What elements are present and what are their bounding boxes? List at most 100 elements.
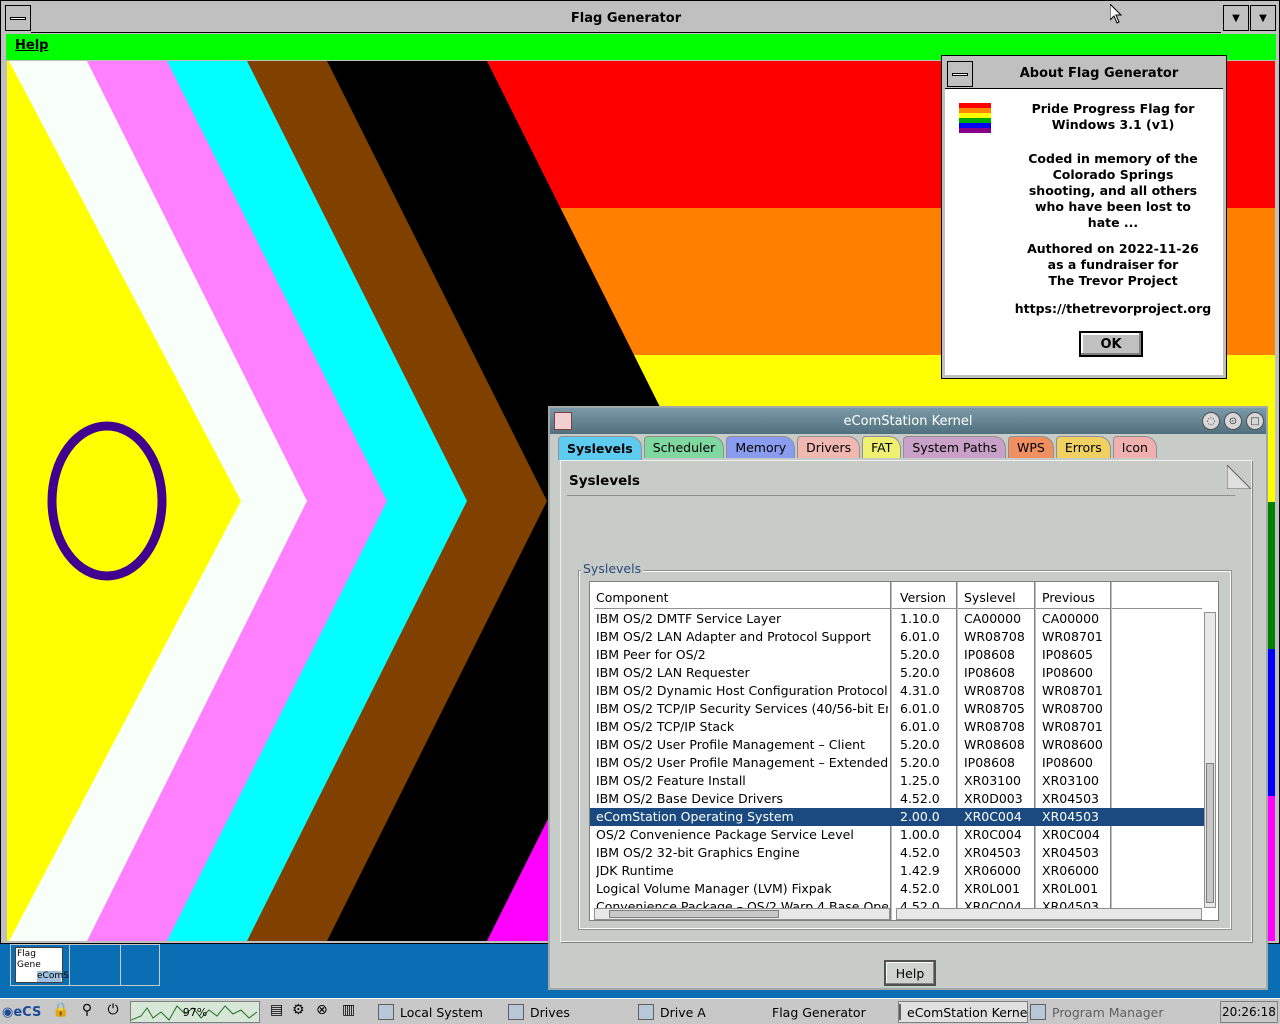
table-cell: 4.52.0	[900, 899, 940, 908]
task-flag-generator[interactable]: Flag Generator	[772, 1001, 866, 1023]
table-cell: CA00000	[1042, 611, 1100, 626]
table-row[interactable]: IBM OS/2 TCP/IP Stack 6.01.0 WR08708 WR0870…	[590, 718, 1206, 736]
table-row[interactable]: OS/2 Convenience Package Service Level 1.…	[590, 826, 1206, 844]
table-cell: 4.31.0	[900, 683, 940, 698]
chevron-down-icon[interactable]: ▼	[1250, 5, 1276, 31]
minimize-button[interactable]: ▼	[1223, 5, 1249, 31]
table-cell: WR08600	[1042, 737, 1103, 752]
tab-scheduler[interactable]: Scheduler	[643, 436, 725, 458]
table-cell: 6.01.0	[900, 719, 940, 734]
table-row[interactable]: IBM Peer for OS/2 5.20.0 IP08608 IP08605	[590, 646, 1206, 664]
table-row[interactable]: JDK Runtime 1.42.9 XR06000 XR06000	[590, 862, 1206, 880]
shutdown-icon[interactable]: ⊗	[316, 1002, 334, 1020]
kernel-system-icon[interactable]	[554, 412, 572, 430]
task-program-manager[interactable]: Program Manager	[1030, 1001, 1164, 1023]
table-cell: IP08608	[964, 647, 1015, 662]
taskbar: ◉eCS 🔒 ⚲ ⏻ 97% ▤ ⚙ ⊗ ▥ Local System Driv…	[0, 998, 1280, 1024]
column-header-version[interactable]: Version	[900, 590, 946, 605]
syslevels-list[interactable]: Component Version Syslevel Previous IBM …	[589, 581, 1219, 921]
table-cell: 1.42.9	[900, 863, 940, 878]
table-cell: XR06000	[964, 863, 1022, 878]
minimized-window-viewer[interactable]: Flag Gene eComS	[10, 944, 160, 986]
horizontal-scrollbar-details[interactable]	[896, 908, 1202, 920]
table-row[interactable]: IBM OS/2 Dynamic Host Configuration Prot…	[590, 682, 1206, 700]
dedication-line: hate ...	[1087, 215, 1139, 230]
table-row[interactable]: IBM OS/2 User Profile Management – Clien…	[590, 736, 1206, 754]
table-row[interactable]: IBM OS/2 Base Device Drivers 4.52.0 XR0D00…	[590, 790, 1206, 808]
settings-icon[interactable]: ⚙	[292, 1002, 310, 1020]
ecs-start-button[interactable]: ◉eCS	[2, 1001, 46, 1023]
column-header-component[interactable]: Component	[596, 590, 669, 605]
horizontal-scrollbar-component[interactable]	[594, 908, 890, 920]
table-cell: IBM OS/2 Feature Install	[596, 773, 746, 788]
lock-icon[interactable]: 🔒	[52, 1002, 70, 1020]
table-row[interactable]: Convenience Package – OS/2 Warp 4 Base O…	[590, 898, 1206, 908]
table-cell: WR08701	[1042, 683, 1103, 698]
task-drive-a[interactable]: Drive A	[638, 1001, 706, 1023]
minimized-icon[interactable]: Flag Gene eComS	[15, 947, 69, 983]
about-author: Authored on 2022-11-26 as a fundraiser f…	[1001, 241, 1225, 289]
mini-label: Flag Gene	[17, 949, 41, 970]
about-system-menu-icon[interactable]	[947, 61, 973, 87]
column-header-syslevel[interactable]: Syslevel	[964, 590, 1016, 605]
table-row[interactable]: Logical Volume Manager (LVM) Fixpak 4.52.…	[590, 880, 1206, 898]
table-cell: IBM OS/2 LAN Requester	[596, 665, 750, 680]
window-list-icon[interactable]: ▤	[270, 1002, 286, 1020]
task-label: Drives	[530, 1004, 570, 1020]
table-cell: IBM OS/2 DMTF Service Layer	[596, 611, 782, 626]
tab-wps[interactable]: WPS	[1007, 436, 1054, 458]
tab-memory[interactable]: Memory	[726, 436, 796, 458]
table-row[interactable]: IBM OS/2 TCP/IP Security Services (40/56…	[590, 700, 1206, 718]
tab-fat[interactable]: FAT	[862, 436, 902, 458]
tab-icon[interactable]: Icon	[1112, 436, 1157, 458]
minimize-icon[interactable]: ◌	[1202, 412, 1220, 430]
table-cell: IP08608	[964, 755, 1015, 770]
cpu-meter: 97%	[130, 1001, 260, 1023]
maximize-icon[interactable]: □	[1246, 412, 1264, 430]
table-cell: Convenience Package – OS/2 Warp 4 Base O…	[596, 899, 888, 908]
table-row[interactable]: IBM OS/2 DMTF Service Layer 1.10.0 CA00000…	[590, 610, 1206, 628]
restore-icon[interactable]: ⊙	[1224, 412, 1242, 430]
search-icon[interactable]: ⚲	[78, 1002, 96, 1020]
power-icon[interactable]: ⏻	[104, 1002, 122, 1020]
about-url: https://thetrevorproject.org	[1014, 301, 1212, 316]
about-dialog: About Flag Generator Pride Progress Flag…	[941, 55, 1227, 379]
vertical-scrollbar[interactable]	[1204, 612, 1216, 908]
table-row[interactable]: IBM OS/2 LAN Requester 5.20.0 IP08608 IP086…	[590, 664, 1206, 682]
about-line1: Pride Progress Flag for	[1031, 101, 1195, 116]
task-drives[interactable]: Drives	[508, 1001, 570, 1023]
author-line: Authored on 2022-11-26	[1027, 241, 1199, 256]
table-row[interactable]: eComStation Operating System 2.00.0 XR0C00…	[590, 808, 1206, 826]
task-local-system[interactable]: Local System	[378, 1001, 483, 1023]
dedication-line: Coded in memory of the	[1028, 151, 1198, 166]
table-cell: XR0C004	[1042, 827, 1100, 842]
column-header-previous[interactable]: Previous	[1042, 590, 1095, 605]
table-row[interactable]: IBM OS/2 32-bit Graphics Engine 4.52.0 XR0…	[590, 844, 1206, 862]
help-button[interactable]: Help	[884, 960, 936, 986]
table-cell: 1.25.0	[900, 773, 940, 788]
scroll-thumb[interactable]	[1206, 763, 1214, 903]
kernel-title: eComStation Kernel	[550, 408, 1266, 434]
tab-system-paths[interactable]: System Paths	[903, 436, 1006, 458]
menu-help[interactable]: Help	[15, 38, 48, 53]
system-menu-icon[interactable]	[5, 5, 31, 31]
table-cell: WR08705	[964, 701, 1025, 716]
scroll-thumb[interactable]	[609, 910, 779, 918]
table-cell: JDK Runtime	[596, 863, 674, 878]
table-row[interactable]: IBM OS/2 User Profile Management – Exten…	[590, 754, 1206, 772]
table-cell: WR08708	[964, 719, 1025, 734]
page-corner-icon[interactable]	[1226, 463, 1253, 490]
tab-drivers[interactable]: Drivers	[797, 436, 861, 458]
tab-syslevels[interactable]: Syslevels	[558, 436, 642, 460]
cpu-value: 97%	[182, 1005, 208, 1019]
table-row[interactable]: IBM OS/2 LAN Adapter and Protocol Suppor…	[590, 628, 1206, 646]
ok-button[interactable]: OK	[1079, 331, 1143, 357]
table-cell: 4.52.0	[900, 881, 940, 896]
table-cell: IBM OS/2 LAN Adapter and Protocol Suppor…	[596, 629, 871, 644]
author-line: The Trevor Project	[1048, 273, 1178, 288]
task-ecomstation-kernel[interactable]: eComStation Kernel	[898, 1001, 1028, 1023]
table-row[interactable]: IBM OS/2 Feature Install 1.25.0 XR03100 XR0…	[590, 772, 1206, 790]
folder-icon[interactable]: ▥	[342, 1002, 360, 1020]
table-cell: 5.20.0	[900, 737, 940, 752]
tab-errors[interactable]: Errors	[1055, 436, 1111, 458]
